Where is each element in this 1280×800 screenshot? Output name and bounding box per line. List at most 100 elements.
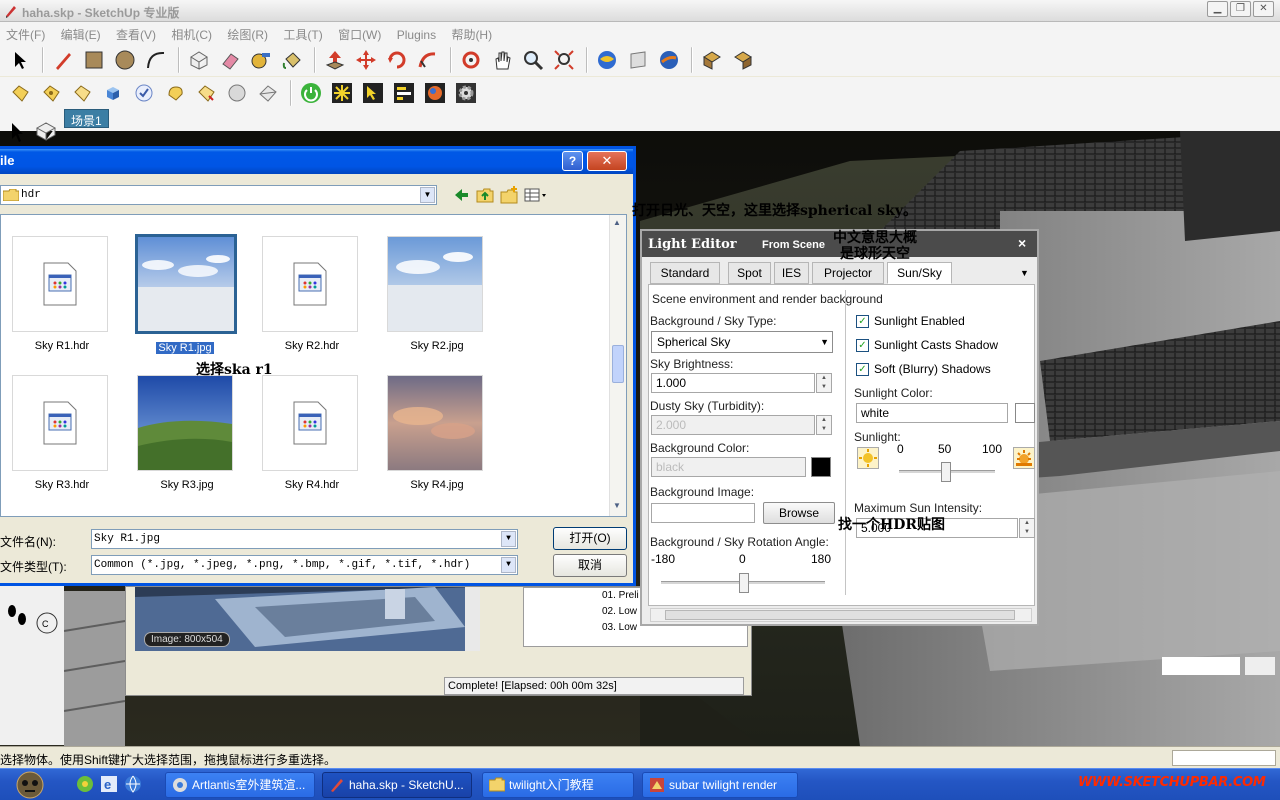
- cancel-button[interactable]: 取消: [553, 554, 627, 577]
- bg-type-select[interactable]: Spherical Sky ▼: [651, 331, 833, 353]
- rectangle-icon[interactable]: [80, 47, 107, 74]
- chevron-down-icon[interactable]: ▼: [501, 531, 516, 547]
- sky-brightness-input[interactable]: 1.000: [651, 373, 815, 393]
- file-tile[interactable]: Sky R2.jpg: [387, 236, 487, 352]
- tab-spot[interactable]: Spot: [728, 262, 771, 284]
- check-icon[interactable]: [130, 80, 157, 107]
- file-thumbnail-list[interactable]: Sky R1.hdr Sky R1.jpg Sky R2.hdr Sky R2.…: [0, 214, 627, 517]
- paint-bucket-icon[interactable]: [278, 47, 305, 74]
- scene-component-icon[interactable]: [34, 119, 58, 143]
- filetype-select[interactable]: Common (*.jpg, *.jpeg, *.png, *.bmp, *.g…: [91, 555, 518, 575]
- tab-standard[interactable]: Standard: [650, 262, 720, 284]
- close-icon[interactable]: ×: [1018, 235, 1026, 251]
- ie-icon[interactable]: e: [100, 775, 118, 793]
- from-scene-button[interactable]: From Scene: [762, 239, 825, 251]
- pan-icon[interactable]: [488, 47, 515, 74]
- file-tile-selected[interactable]: Sky R1.jpg: [135, 234, 237, 354]
- eraser-icon[interactable]: [216, 47, 243, 74]
- file-tile[interactable]: Sky R4.hdr: [262, 375, 362, 491]
- close-button[interactable]: ✕: [1253, 1, 1274, 17]
- dusty-sky-input[interactable]: 2.000: [651, 415, 815, 435]
- push-pull-icon[interactable]: [321, 47, 348, 74]
- google-earth-icon[interactable]: [655, 47, 682, 74]
- sunlight-casts-shadow-checkbox[interactable]: ✓ Sunlight Casts Shadow: [856, 338, 998, 352]
- bg-color-swatch[interactable]: [811, 457, 831, 477]
- scrollbar-thumb[interactable]: [665, 610, 1015, 620]
- material-editor-icon[interactable]: [421, 80, 448, 107]
- view-menu-icon[interactable]: [524, 186, 546, 204]
- component-library-icon[interactable]: [698, 47, 725, 74]
- select-tool-icon[interactable]: [6, 47, 33, 74]
- restore-button[interactable]: ❐: [1230, 1, 1251, 17]
- tag-tool-icon[interactable]: [6, 80, 33, 107]
- sunlight-color-swatch[interactable]: [1015, 403, 1035, 423]
- sun-burst-icon[interactable]: [328, 80, 355, 107]
- vertical-scrollbar[interactable]: ▲ ▼: [609, 215, 626, 516]
- arc-icon[interactable]: [142, 47, 169, 74]
- sky-brightness-stepper[interactable]: ▲ ▼: [816, 373, 832, 393]
- light-bulb-icon[interactable]: [161, 80, 188, 107]
- task-artlantis[interactable]: Artlantis室外建筑渲...: [165, 772, 315, 798]
- filename-input[interactable]: Sky R1.jpg ▼: [91, 529, 518, 549]
- sphere-icon[interactable]: [223, 80, 250, 107]
- look-in-combo[interactable]: hdr ▼: [0, 185, 437, 205]
- task-twilight-folder[interactable]: twilight入门教程: [482, 772, 634, 798]
- chevron-down-icon[interactable]: ▼: [501, 557, 516, 573]
- rotate-icon[interactable]: [383, 47, 410, 74]
- get-models-icon[interactable]: [593, 47, 620, 74]
- tab-projector[interactable]: Projector: [812, 262, 884, 284]
- scene-tab-1[interactable]: 场景1: [64, 109, 109, 128]
- file-tile[interactable]: Sky R3.jpg: [137, 375, 237, 491]
- rotation-slider-thumb[interactable]: [739, 573, 749, 593]
- max-sun-stepper[interactable]: ▲ ▼: [1019, 518, 1035, 538]
- open-button[interactable]: 打开(O): [553, 527, 627, 550]
- orbit-icon[interactable]: [457, 47, 484, 74]
- zoom-icon[interactable]: [519, 47, 546, 74]
- new-folder-icon[interactable]: [500, 186, 518, 204]
- render-power-icon[interactable]: [297, 80, 324, 107]
- minimize-button[interactable]: ▁: [1207, 1, 1228, 17]
- cursor-light-icon[interactable]: [359, 80, 386, 107]
- zoom-extents-icon[interactable]: [550, 47, 577, 74]
- tab-ies[interactable]: IES: [774, 262, 809, 284]
- dusty-sky-stepper[interactable]: ▲ ▼: [816, 415, 832, 435]
- scene-select-arrow-icon[interactable]: [4, 117, 28, 145]
- share-model-icon[interactable]: [624, 47, 651, 74]
- cube-icon[interactable]: [99, 80, 126, 107]
- bg-image-input[interactable]: [651, 503, 755, 523]
- plane-icon[interactable]: [254, 80, 281, 107]
- tag-edit-icon[interactable]: [68, 80, 95, 107]
- file-tile[interactable]: Sky R4.jpg: [387, 375, 487, 491]
- soft-shadows-checkbox[interactable]: ✓ Soft (Blurry) Shadows: [856, 362, 991, 376]
- task-subar-twilight[interactable]: subar twilight render: [642, 772, 798, 798]
- make-component-icon[interactable]: [185, 47, 212, 74]
- pencil-icon[interactable]: [49, 47, 76, 74]
- follow-me-icon[interactable]: [414, 47, 441, 74]
- task-sketchup[interactable]: haha.skp - SketchU...: [322, 772, 472, 798]
- spot-light-icon[interactable]: [192, 80, 219, 107]
- file-tile[interactable]: Sky R3.hdr: [12, 375, 112, 491]
- app-launch-icon[interactable]: [76, 775, 94, 793]
- sun-bright-icon[interactable]: [1013, 447, 1035, 469]
- up-folder-icon[interactable]: [476, 186, 494, 204]
- file-tile[interactable]: Sky R1.hdr: [12, 236, 112, 352]
- browser-icon[interactable]: [124, 775, 142, 793]
- tab-menu-chevron-icon[interactable]: ▼: [1020, 268, 1029, 278]
- dialog-close-button[interactable]: ✕: [587, 151, 627, 171]
- footprints-icon[interactable]: C: [2, 597, 66, 647]
- start-button-skull-icon[interactable]: [12, 771, 48, 799]
- sunlight-enabled-checkbox[interactable]: ✓ Sunlight Enabled: [856, 314, 965, 328]
- measurements-box[interactable]: [1172, 750, 1276, 766]
- sun-dim-icon[interactable]: [857, 447, 879, 469]
- move-icon[interactable]: [352, 47, 379, 74]
- circle-icon[interactable]: [111, 47, 138, 74]
- help-button[interactable]: ?: [562, 151, 583, 171]
- bg-color-input[interactable]: black: [651, 457, 806, 477]
- component-export-icon[interactable]: [729, 47, 756, 74]
- sunlight-slider-thumb[interactable]: [941, 462, 951, 482]
- horizontal-scrollbar[interactable]: [650, 608, 1032, 622]
- file-tile[interactable]: Sky R2.hdr: [262, 236, 362, 352]
- tag-group-icon[interactable]: [37, 80, 64, 107]
- settings-gear-icon[interactable]: [452, 80, 479, 107]
- tab-sun-sky[interactable]: Sun/Sky: [887, 262, 952, 284]
